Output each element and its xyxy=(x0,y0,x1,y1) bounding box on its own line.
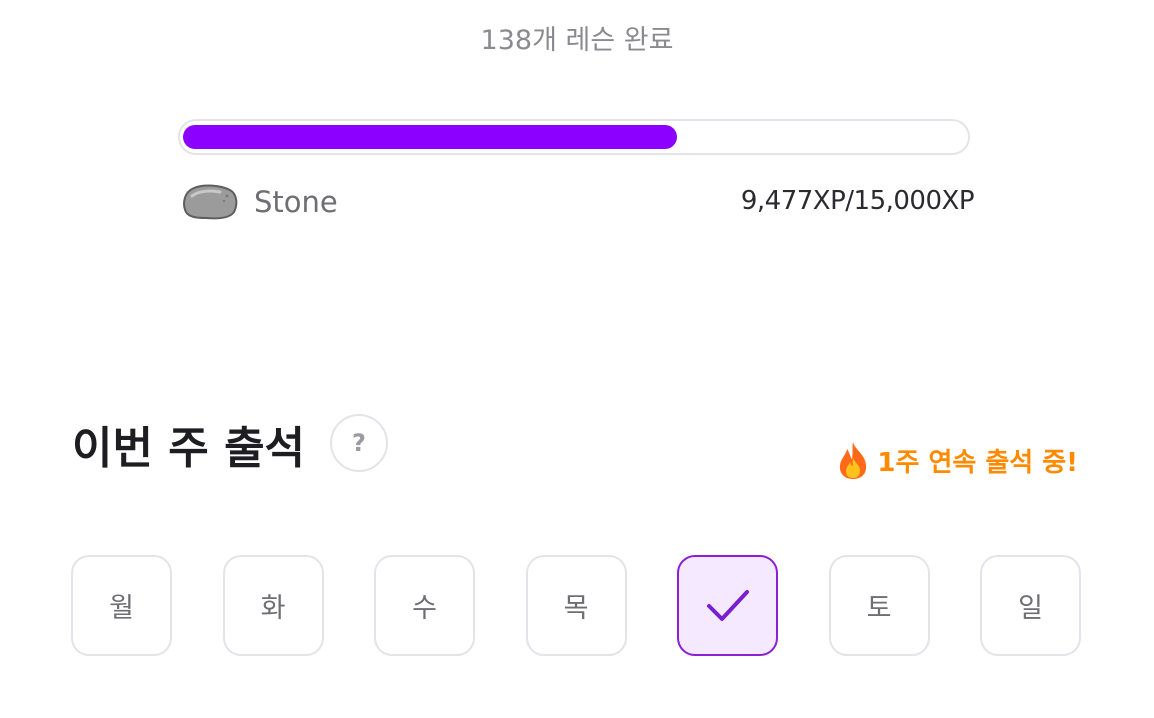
attendance-title: 이번 주 출석 xyxy=(72,423,306,474)
day-label: 화 xyxy=(260,593,286,624)
day-tue[interactable]: 화 xyxy=(222,555,324,656)
xp-text: 9,477XP/15,000XP xyxy=(740,186,975,216)
xp-progress-fill xyxy=(183,125,677,149)
day-label: 목 xyxy=(563,593,589,624)
page: 138개 레슨 완료 Stone 9,477XP/15,000XP 이번 주 출… xyxy=(0,0,1154,718)
stone-icon xyxy=(183,184,238,220)
day-label: 일 xyxy=(1018,593,1043,624)
weekday-row: 월 화 수 목 토 일 xyxy=(71,555,1081,656)
day-label: 토 xyxy=(866,593,892,624)
day-thu[interactable]: 목 xyxy=(525,555,627,656)
xp-progress-bar xyxy=(178,119,970,155)
lessons-completed-text: 138개 레슨 완료 xyxy=(480,25,674,56)
check-icon xyxy=(706,589,749,621)
streak-indicator: 1주 연속 출석 중! xyxy=(835,440,1078,480)
help-button[interactable]: ? xyxy=(330,414,388,472)
streak-text: 1주 연속 출석 중! xyxy=(877,447,1078,478)
day-wed[interactable]: 수 xyxy=(374,555,475,656)
day-sat[interactable]: 토 xyxy=(828,555,930,656)
day-fri-checked[interactable] xyxy=(677,555,778,656)
day-mon[interactable]: 월 xyxy=(71,555,172,656)
day-label: 수 xyxy=(412,593,437,624)
rank-label: Stone xyxy=(254,185,338,219)
day-sun[interactable]: 일 xyxy=(980,555,1081,656)
help-label: ? xyxy=(352,429,366,457)
rank-info: Stone xyxy=(180,182,338,222)
fire-icon xyxy=(840,442,867,479)
day-label: 월 xyxy=(109,593,134,624)
